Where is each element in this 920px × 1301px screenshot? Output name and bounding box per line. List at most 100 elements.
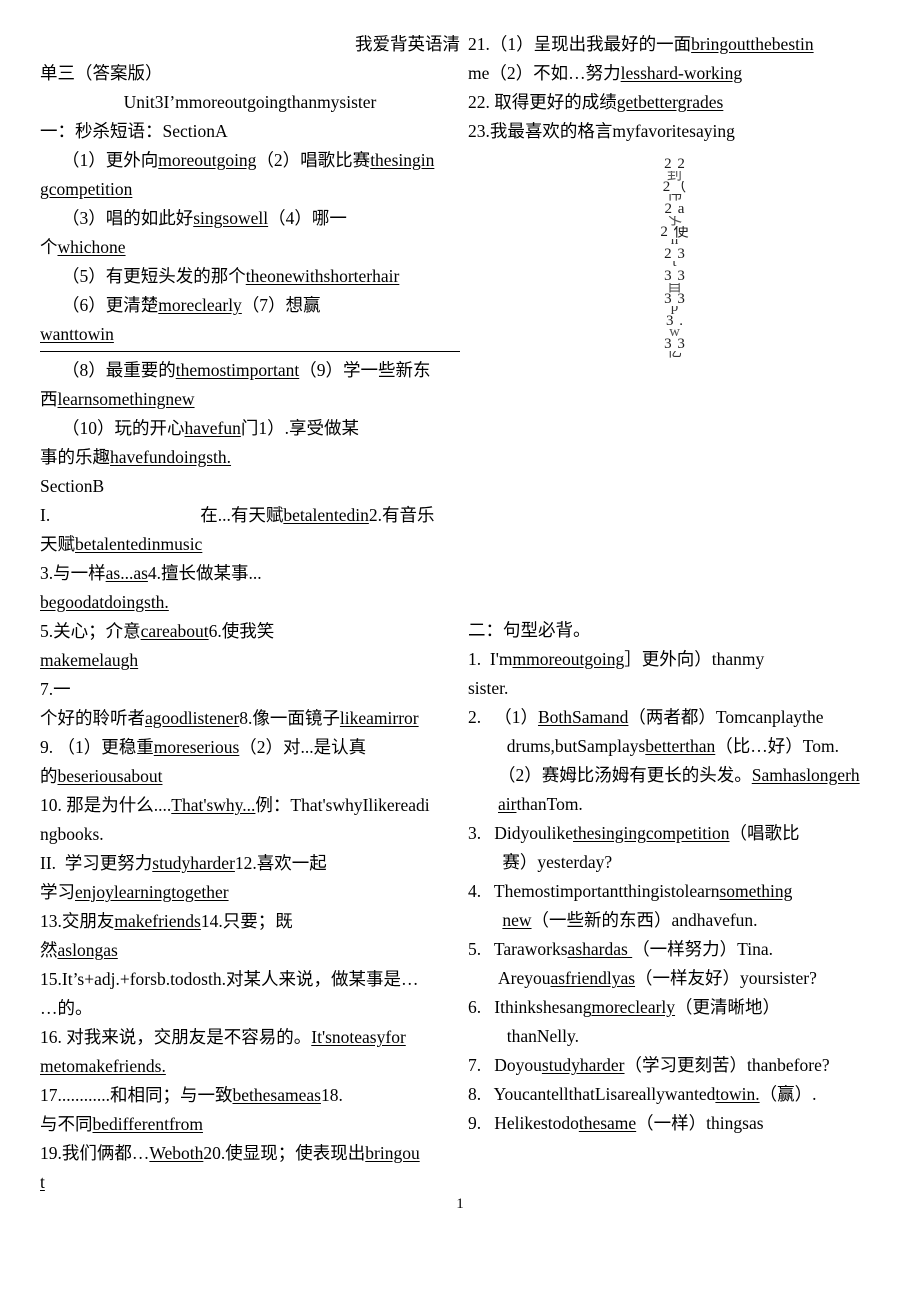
answer-bethesameas: bethesameas: [232, 1085, 321, 1105]
left-column: 我爱背英语清 单三（答案版） Unit3I’mmoreoutgoingthanm…: [40, 30, 460, 1197]
sentence-2: 2. （1）BothSamand（两者都）Tomcanplaythe: [468, 707, 824, 727]
answer-itsnoteasyfor: It'snoteasyfor: [311, 1027, 406, 1047]
answer-agoodlistener: agoodlistener: [145, 708, 240, 728]
phrase-line-1: （1）更外向moreoutgoing（2）唱歌比赛thesingin: [62, 150, 435, 170]
answer-bothsamand: BothSamand: [538, 707, 629, 727]
answer-likeamirror: likeamirror: [339, 708, 419, 728]
answer-havefundoingsth: havefundoingsth.: [110, 447, 232, 467]
garble-row-6: 2 使: [660, 226, 690, 239]
answer-gcompetition: gcompetition: [40, 179, 133, 199]
phrase-line-4: 个whichone: [40, 237, 126, 257]
phrase-line-26: 13.交朋友makefriends14.只要；既: [40, 911, 293, 931]
phrase-line-3: （3）唱的如此好singsowell（4）哪一: [62, 208, 347, 228]
answer-asfriendlyas: asfriendlyas: [550, 968, 636, 988]
answer-bringout-cont: t: [40, 1172, 45, 1192]
section-two-heading: 二：句型必背。: [468, 620, 591, 640]
answer-lesshardworking: lesshard-working: [620, 63, 743, 83]
item-21a: 21.（1）呈现出我最好的一面bringoutthebestin: [468, 34, 814, 54]
answer-getbettergrades: getbettergrades: [616, 92, 724, 112]
answer-bedifferentfrom: bedifferentfrom: [92, 1114, 203, 1134]
answer-whichone: whichone: [57, 237, 126, 257]
phrase-line-10: （10）玩的开心havefun门1）.享受做某: [62, 418, 359, 438]
garble-row-17: 亿: [666, 351, 683, 360]
answer-moreclearly: moreclearly: [158, 295, 242, 315]
marker-roman-one: I.: [40, 505, 51, 525]
phrase-line-35: t: [40, 1168, 460, 1197]
garble-row-14: 3 .: [666, 315, 684, 328]
answer-begoodatdoingsth: begoodatdoingsth.: [40, 592, 169, 612]
answer-makefriends: makefriends: [114, 911, 201, 931]
sentence-4-cont: new（一些新的东西）andhavefun.: [502, 910, 758, 930]
section-a-heading: 一：秒杀短语：SectionA: [40, 121, 228, 141]
item-21b: me（2）不如…努力lesshard-working: [468, 63, 743, 83]
phrase-line-24: II. 学习更努力studyharder12.喜欢一起: [40, 853, 327, 873]
marker-roman-two: II.: [40, 853, 57, 873]
section-b-heading: SectionB: [40, 476, 105, 496]
phrase-line-29: …的。: [40, 998, 93, 1018]
answer-metomakefriends: metomakefriends.: [40, 1056, 166, 1076]
phrase-line-18: 7.一: [40, 679, 71, 699]
header-left-title: 单三（答案版）: [40, 63, 163, 83]
sentence-2-cont-a: drums,butSamplaysbetterthan（比…好）Tom.: [498, 736, 839, 756]
answer-bringout: bringou: [365, 1143, 420, 1163]
phrase-line-11: 事的乐趣havefundoingsth.: [40, 447, 232, 467]
garble-row-1: 刲: [666, 171, 683, 181]
garble-row-10: 3 3: [664, 270, 686, 283]
answer-makemelaugh: makemelaugh: [40, 650, 139, 670]
garbled-text-artifact: 2 2 刲 2（ 伟 2 a 孓 2 使 n 2 3 t 3 3 自 3 3 p…: [645, 158, 705, 360]
phrase-line-27: 然aslongas: [40, 940, 118, 960]
sentence-2-cont-c: airthanTom.: [498, 794, 583, 814]
phrase-line-16: 5.关心；介意careabout6.使我笑: [40, 621, 275, 641]
answer-moreoutgoing: moreoutgoing: [158, 150, 257, 170]
answer-thesinging: thesingin: [370, 150, 435, 170]
phrase-line-15: begoodatdoingsth.: [40, 588, 460, 617]
phrase-line-19: 个好的聆听者agoodlistener8.像一面镜子likeamirror: [40, 708, 419, 728]
sentence-7: 7. Doyoustudyharder（学习更刻苦）thanbefore?: [468, 1055, 830, 1075]
answer-enjoylearningtogether: enjoylearningtogether: [75, 882, 229, 902]
garble-row-15: w: [669, 328, 681, 338]
sentence-1: 1. I'mmmoreoutgoing］更外向）thanmy: [468, 649, 765, 669]
answer-betterthan: betterthan: [645, 736, 716, 756]
sentence-5-cont: Areyouasfriendlyas（一样友好）yoursister?: [498, 968, 817, 988]
answer-moreclearly-2: moreclearly: [591, 997, 676, 1017]
answer-something: something: [719, 881, 793, 901]
garble-row-3: 伟: [666, 194, 683, 203]
answer-mmoreoutgoing: mmoreoutgoing: [512, 649, 625, 669]
answer-thesame: thesame: [578, 1113, 637, 1133]
garble-row-8: 2 3: [664, 248, 686, 261]
answer-bringoutthebestin: bringoutthebestin: [691, 34, 814, 54]
answer-as-as: as...as: [105, 563, 148, 583]
answer-betalentedin: betalentedin: [283, 505, 369, 525]
phrase-line-22: 10. 那是为什么....That'swhy...例：That'swhyIlik…: [40, 795, 430, 815]
answer-thatswhy: That'swhy...: [171, 795, 256, 815]
garble-row-5: 孓: [666, 216, 683, 226]
phrase-line-17: makemelaugh: [40, 646, 460, 675]
sentence-2-cont-b: （2）赛姆比汤姆有更长的头发。Samhaslongerh: [498, 765, 860, 785]
sentence-8: 8. YoucantellthatLisareallywantedtowin.（…: [468, 1084, 817, 1104]
garble-row-13: p: [670, 306, 680, 315]
answer-weboth: Weboth: [149, 1143, 204, 1163]
phrase-line-6: （6）更清楚moreclearly（7）想赢: [62, 295, 321, 315]
header-right-title: 我爱背英语清: [355, 34, 460, 54]
phrase-line-13: 天赋betalentedinmusic: [40, 534, 203, 554]
answer-wanttowin: wanttowin: [40, 324, 114, 344]
phrase-line-21: 的beseriousabout: [40, 766, 163, 786]
phrase-line-5: （5）有更短头发的那个theonewithshorterhair: [62, 266, 400, 286]
answer-studyharder: studyharder: [152, 853, 235, 873]
answer-ashardas: ashardas: [567, 939, 633, 959]
phrase-line-14: 3.与一样as...as4.擅长做某事...: [40, 563, 262, 583]
answer-moreserious: moreserious: [153, 737, 240, 757]
horizontal-rule: [40, 351, 460, 352]
answer-samhaslongerhair: Samhaslongerh: [751, 765, 860, 785]
answer-learnsomethingnew: learnsomethingnew: [57, 389, 195, 409]
phrase-line-9: 西learnsomethingnew: [40, 389, 195, 409]
phrase-line-12: I. 在...有天赋betalentedin2.有音乐: [40, 505, 435, 525]
sentence-3-cont: 赛）yesterday?: [498, 852, 613, 872]
phrase-line-2: gcompetition: [40, 175, 460, 204]
phrase-line-33: 与不同bedifferentfrom: [40, 1114, 203, 1134]
phrase-line-25: 学习enjoylearningtogether: [40, 882, 229, 902]
phrase-line-20: 9. （1）更稳重moreserious（2）对...是认真: [40, 737, 367, 757]
answer-airthantom: air: [498, 794, 517, 814]
phrase-line-32: 17............和相同；与一致bethesameas18.: [40, 1085, 343, 1105]
answer-theonewithshorterhair: theonewithshorterhair: [245, 266, 400, 286]
